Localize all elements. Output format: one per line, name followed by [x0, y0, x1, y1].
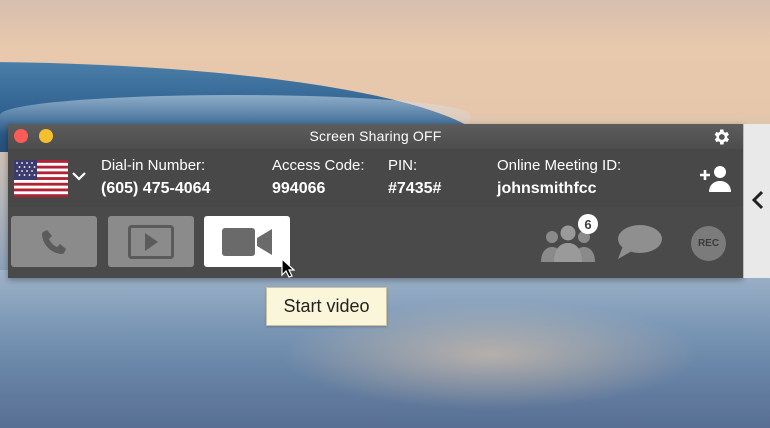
access-code-value: 994066 [272, 180, 326, 197]
dial-in-number: (605) 475-4064 [101, 180, 211, 197]
play-icon [128, 224, 174, 259]
chevron-down-icon[interactable] [71, 168, 87, 184]
pin-label: PIN: [388, 157, 418, 174]
start-video-button[interactable] [204, 216, 290, 267]
phone-button[interactable] [11, 216, 97, 267]
chat-bubble-icon[interactable] [615, 223, 663, 261]
chevron-left-icon [751, 190, 764, 210]
meeting-id-value: johnsmithfcc [497, 180, 597, 197]
record-button[interactable]: REC [691, 226, 726, 261]
pin-value: #7435# [388, 180, 442, 197]
media-controls-bar: 6 REC [8, 207, 743, 278]
add-user-icon[interactable] [698, 163, 732, 193]
video-camera-icon [222, 227, 272, 256]
window-title: Screen Sharing OFF [309, 128, 442, 144]
title-bar[interactable]: Screen Sharing OFF [8, 124, 743, 149]
meeting-toolbar-window: Screen Sharing OFF Dial-in Number: (605)… [8, 124, 743, 278]
dial-in-label: Dial-in Number: [101, 157, 206, 174]
us-flag-icon[interactable] [14, 160, 68, 197]
participant-count-badge: 6 [578, 214, 598, 234]
meeting-id-label: Online Meeting ID: [497, 157, 622, 174]
access-code-label: Access Code: [272, 157, 365, 174]
gear-icon[interactable] [711, 127, 731, 147]
dial-in-info-bar: Dial-in Number: (605) 475-4064 Access Co… [8, 149, 743, 207]
start-video-tooltip: Start video [266, 287, 387, 326]
share-screen-button[interactable] [108, 216, 194, 267]
mouse-cursor-icon [281, 258, 295, 278]
phone-icon [42, 229, 66, 254]
side-panel-toggle[interactable] [743, 124, 770, 278]
